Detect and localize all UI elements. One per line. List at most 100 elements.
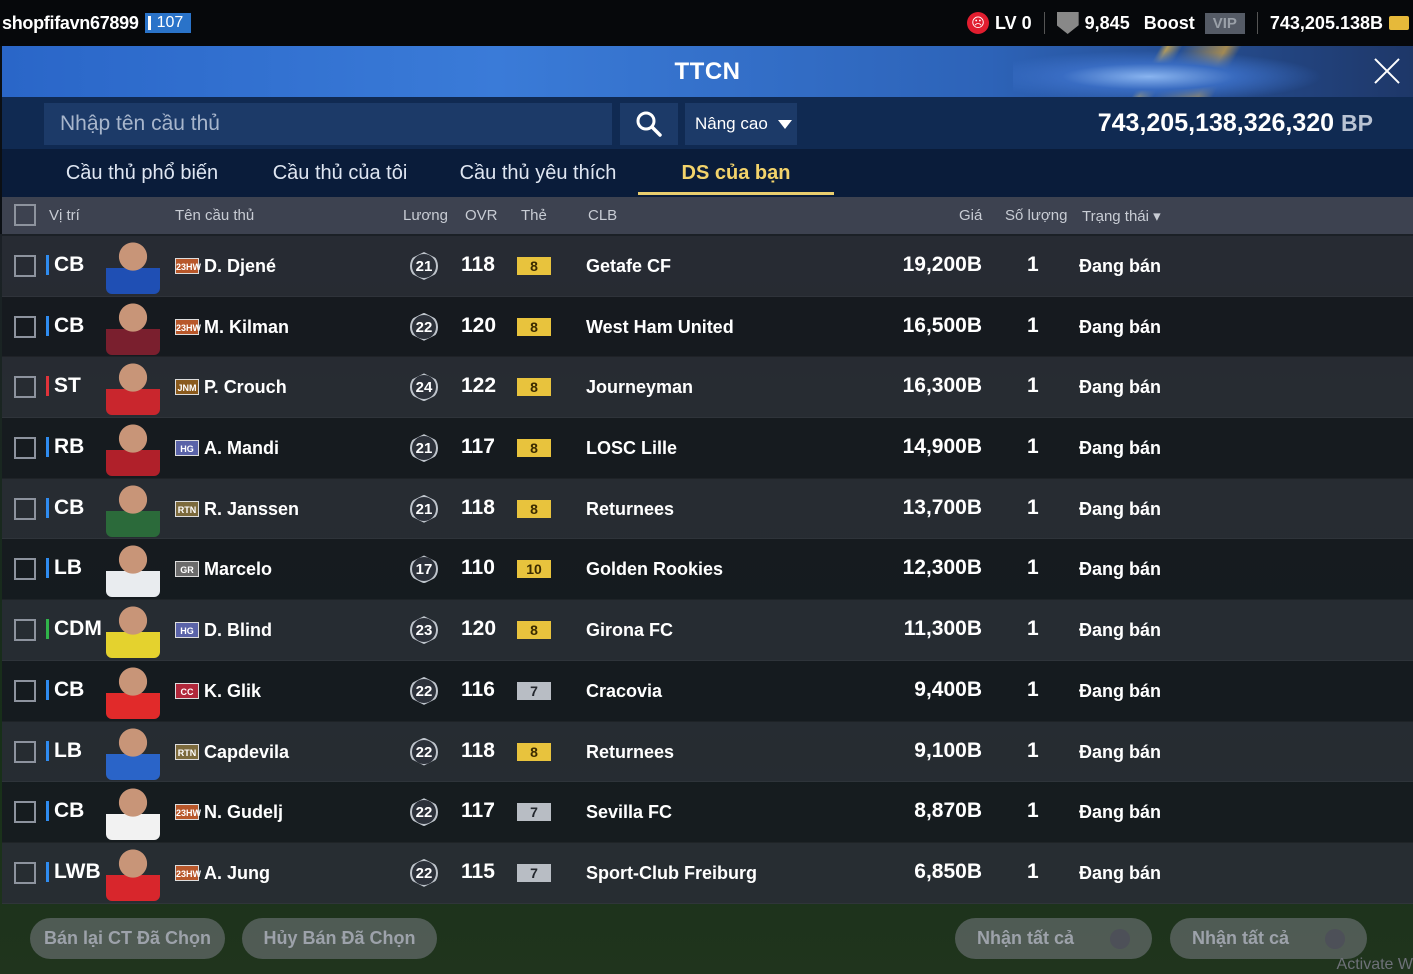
position-label: LB xyxy=(46,739,82,763)
coin-icon xyxy=(1389,16,1409,30)
sad-face-icon: ☹ xyxy=(966,12,989,34)
season-badge: CC xyxy=(175,682,199,699)
row-checkbox[interactable] xyxy=(14,740,36,763)
row-checkbox[interactable] xyxy=(14,861,36,884)
club-name: Returnees xyxy=(586,741,675,762)
club-name: Journeyman xyxy=(586,377,694,398)
table-row[interactable]: CB RTN R. Janssen 21 118 8 Returnees 13,… xyxy=(2,478,1413,540)
level-badge: 107 xyxy=(144,13,192,33)
player-name: M. Kilman xyxy=(204,316,290,337)
status-label: Đang bán xyxy=(1079,741,1162,762)
grade-badge: 7 xyxy=(517,803,551,822)
salary-badge: 22 xyxy=(410,858,438,887)
grade-badge: 8 xyxy=(517,378,551,397)
resell-selected-button[interactable]: Bán lại CT Đã Chọn xyxy=(30,918,225,959)
table-row[interactable]: ST JNM P. Crouch 24 122 8 Journeyman 16,… xyxy=(2,357,1413,419)
price-value: 16,500B xyxy=(902,313,982,337)
row-checkbox[interactable] xyxy=(14,497,36,520)
row-checkbox[interactable] xyxy=(14,437,36,460)
table-row[interactable]: LB RTN Capdevila 22 118 8 Returnees 9,10… xyxy=(2,721,1413,783)
club-name: Cracovia xyxy=(586,680,663,701)
tab-favorite-players[interactable]: Cầu thủ yêu thích xyxy=(438,149,638,197)
player-avatar xyxy=(106,666,160,719)
salary-badge: 22 xyxy=(410,676,438,705)
advanced-filter-dropdown[interactable]: Nâng cao xyxy=(685,103,797,145)
status-label: Đang bán xyxy=(1079,680,1162,701)
tab-popular-players[interactable]: Cầu thủ phổ biến xyxy=(42,149,242,197)
status-label: Đang bán xyxy=(1079,620,1162,641)
title-bar: TTCN xyxy=(2,46,1413,97)
bp-unit: BP xyxy=(1341,110,1373,136)
search-input[interactable] xyxy=(44,103,612,145)
col-grade[interactable]: Thẻ xyxy=(521,207,547,224)
club-name: Returnees xyxy=(586,498,675,519)
season-badge: 23HW xyxy=(175,864,201,881)
position-label: CB xyxy=(46,496,84,520)
tab-bar: Cầu thủ phổ biến Cầu thủ của tôi Cầu thủ… xyxy=(2,149,1413,197)
ovr-value: 115 xyxy=(461,859,495,883)
col-ovr[interactable]: OVR xyxy=(465,207,498,224)
tab-your-listings[interactable]: DS của bạn xyxy=(638,149,834,197)
table-row[interactable]: CB 23HW D. Djené 21 118 8 Getafe CF 19,2… xyxy=(2,236,1413,297)
row-checkbox[interactable] xyxy=(14,801,36,824)
ovr-value: 120 xyxy=(461,313,497,337)
table-row[interactable]: CDM HG D. Blind 23 120 8 Girona FC 11,30… xyxy=(2,600,1413,661)
salary-badge: 24 xyxy=(410,373,438,402)
salary-badge: 21 xyxy=(410,494,438,523)
player-avatar xyxy=(106,424,160,477)
tab-my-players[interactable]: Cầu thủ của tôi xyxy=(242,149,438,197)
quantity-value: 1 xyxy=(1027,859,1039,883)
receive-all-button-2[interactable]: Nhận tất cả xyxy=(1170,918,1367,959)
row-checkbox[interactable] xyxy=(14,679,36,702)
col-club[interactable]: CLB xyxy=(588,207,617,224)
col-position[interactable]: Vị trí xyxy=(49,207,80,224)
col-name[interactable]: Tên cầu thủ xyxy=(175,207,254,224)
receive-all-button-1[interactable]: Nhận tất cả xyxy=(955,918,1152,959)
club-name: Golden Rookies xyxy=(586,559,724,580)
price-value: 12,300B xyxy=(902,556,982,580)
col-salary[interactable]: Lương xyxy=(403,207,448,224)
season-badge: JNM xyxy=(175,379,199,396)
table-row[interactable]: RB HG A. Mandi 21 117 8 LOSC Lille 14,90… xyxy=(2,418,1413,479)
ovr-value: 117 xyxy=(461,435,495,459)
table-row[interactable]: CB CC K. Glik 22 116 7 Cracovia 9,400B 1… xyxy=(2,660,1413,722)
bp-value: 743,205,138,326,320 xyxy=(1097,109,1335,137)
row-checkbox[interactable] xyxy=(14,619,36,642)
search-button[interactable] xyxy=(620,103,678,145)
table-row[interactable]: LB GR Marcelo 17 110 10 Golden Rookies 1… xyxy=(2,539,1413,601)
status-label: Đang bán xyxy=(1079,256,1162,276)
page-title: TTCN xyxy=(674,57,741,85)
row-checkbox[interactable] xyxy=(14,315,36,338)
price-value: 8,870B xyxy=(914,799,982,823)
salary-badge: 17 xyxy=(410,555,438,584)
table-row[interactable]: CB 23HW M. Kilman 22 120 8 West Ham Unit… xyxy=(2,296,1413,358)
col-status[interactable]: Trạng thái ▾ xyxy=(1082,207,1161,225)
salary-badge: 22 xyxy=(410,798,438,827)
player-avatar xyxy=(106,788,160,841)
select-all-checkbox[interactable] xyxy=(14,204,36,226)
quantity-value: 1 xyxy=(1027,677,1039,701)
row-checkbox[interactable] xyxy=(14,558,36,581)
table-row[interactable]: CB 23HW N. Gudelj 22 117 7 Sevilla FC 8,… xyxy=(2,782,1413,843)
price-value: 6,850B xyxy=(914,859,982,883)
cancel-selected-button[interactable]: Hủy Bán Đã Chọn xyxy=(242,918,437,959)
quantity-value: 1 xyxy=(1027,253,1039,276)
quantity-value: 1 xyxy=(1027,617,1039,641)
col-price[interactable]: Giá xyxy=(959,207,982,224)
close-icon[interactable] xyxy=(1371,54,1403,86)
row-checkbox[interactable] xyxy=(14,376,36,399)
grade-badge: 7 xyxy=(517,863,551,882)
vip-badge: VIP xyxy=(1204,12,1245,34)
username: shopfifavn67899 xyxy=(2,12,139,33)
divider xyxy=(1043,12,1045,34)
row-checkbox[interactable] xyxy=(14,255,36,277)
divider xyxy=(1256,12,1258,34)
ovr-value: 117 xyxy=(461,799,495,823)
coin-balance: 743,205.138B xyxy=(1269,12,1383,33)
player-name: Capdevila xyxy=(204,741,290,762)
club-name: Getafe CF xyxy=(586,256,672,276)
table-row[interactable]: LWB 23HW A. Jung 22 115 7 Sport-Club Fre… xyxy=(2,842,1413,904)
player-name: R. Janssen xyxy=(204,498,300,519)
col-quantity[interactable]: Số lượng xyxy=(1005,207,1067,224)
search-row: Nâng cao 743,205,138,326,320 BP xyxy=(2,97,1413,149)
